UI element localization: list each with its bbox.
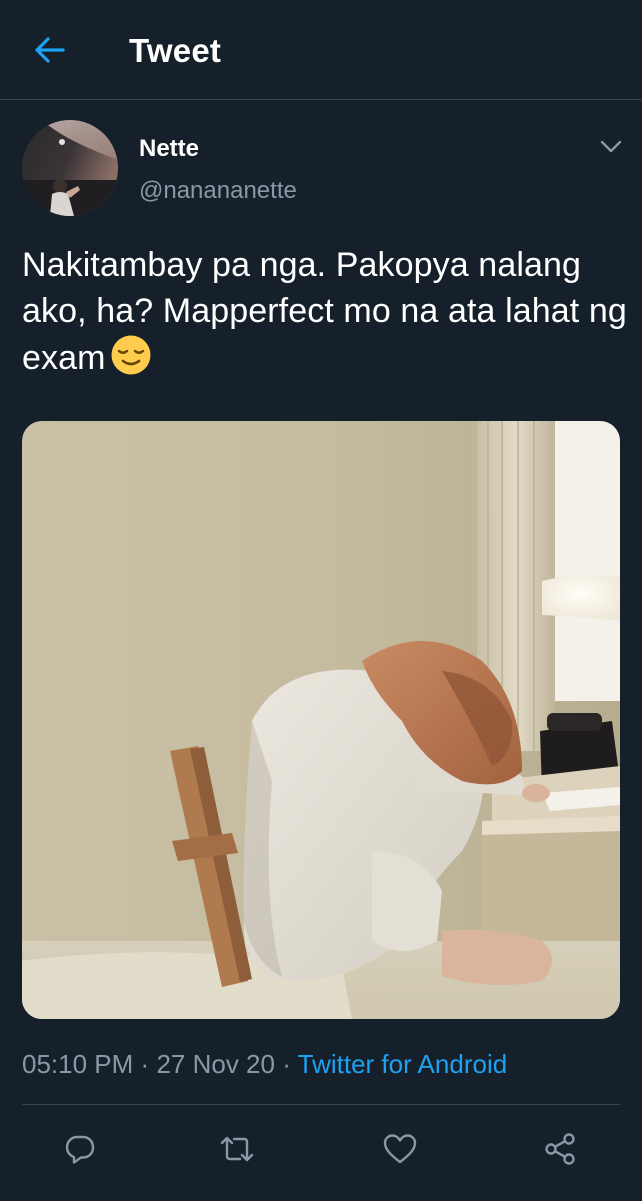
reply-icon xyxy=(65,1135,95,1164)
share-icon xyxy=(545,1133,575,1165)
retweet-icon xyxy=(220,1136,254,1162)
avatar[interactable] xyxy=(22,120,118,216)
tweet-media-image[interactable] xyxy=(22,421,620,1019)
tweet-menu-button[interactable] xyxy=(596,134,626,160)
tweet-text: Nakitambay pa nga. Pakopya nalang ako, h… xyxy=(22,242,632,381)
relieved-face-emoji xyxy=(111,335,151,375)
author-name[interactable]: Nette xyxy=(139,134,199,164)
photo-illustration xyxy=(22,421,620,1019)
tweet-source-link[interactable]: Twitter for Android xyxy=(298,1049,508,1079)
top-app-bar: Tweet xyxy=(0,0,642,100)
chevron-down-icon xyxy=(600,140,622,153)
like-button[interactable] xyxy=(378,1127,422,1171)
avatar-photo xyxy=(22,120,118,216)
retweet-button[interactable] xyxy=(215,1127,259,1171)
author-handle[interactable]: @nanananette xyxy=(139,176,297,206)
meta-separator: · xyxy=(140,1049,150,1079)
back-button[interactable] xyxy=(30,30,70,70)
meta-separator: · xyxy=(282,1049,291,1079)
tweet-meta: 05:10 PM · 27 Nov 20 · Twitter for Andro… xyxy=(22,1046,507,1082)
reply-button[interactable] xyxy=(58,1127,102,1171)
share-button[interactable] xyxy=(538,1127,582,1171)
tweet-action-bar xyxy=(22,1104,620,1201)
arrow-left-icon xyxy=(35,37,65,63)
tweet-time: 05:10 PM xyxy=(22,1049,134,1079)
heart-icon xyxy=(383,1134,417,1164)
page-title: Tweet xyxy=(129,32,222,69)
tweet-date: 27 Nov 20 xyxy=(156,1049,275,1079)
